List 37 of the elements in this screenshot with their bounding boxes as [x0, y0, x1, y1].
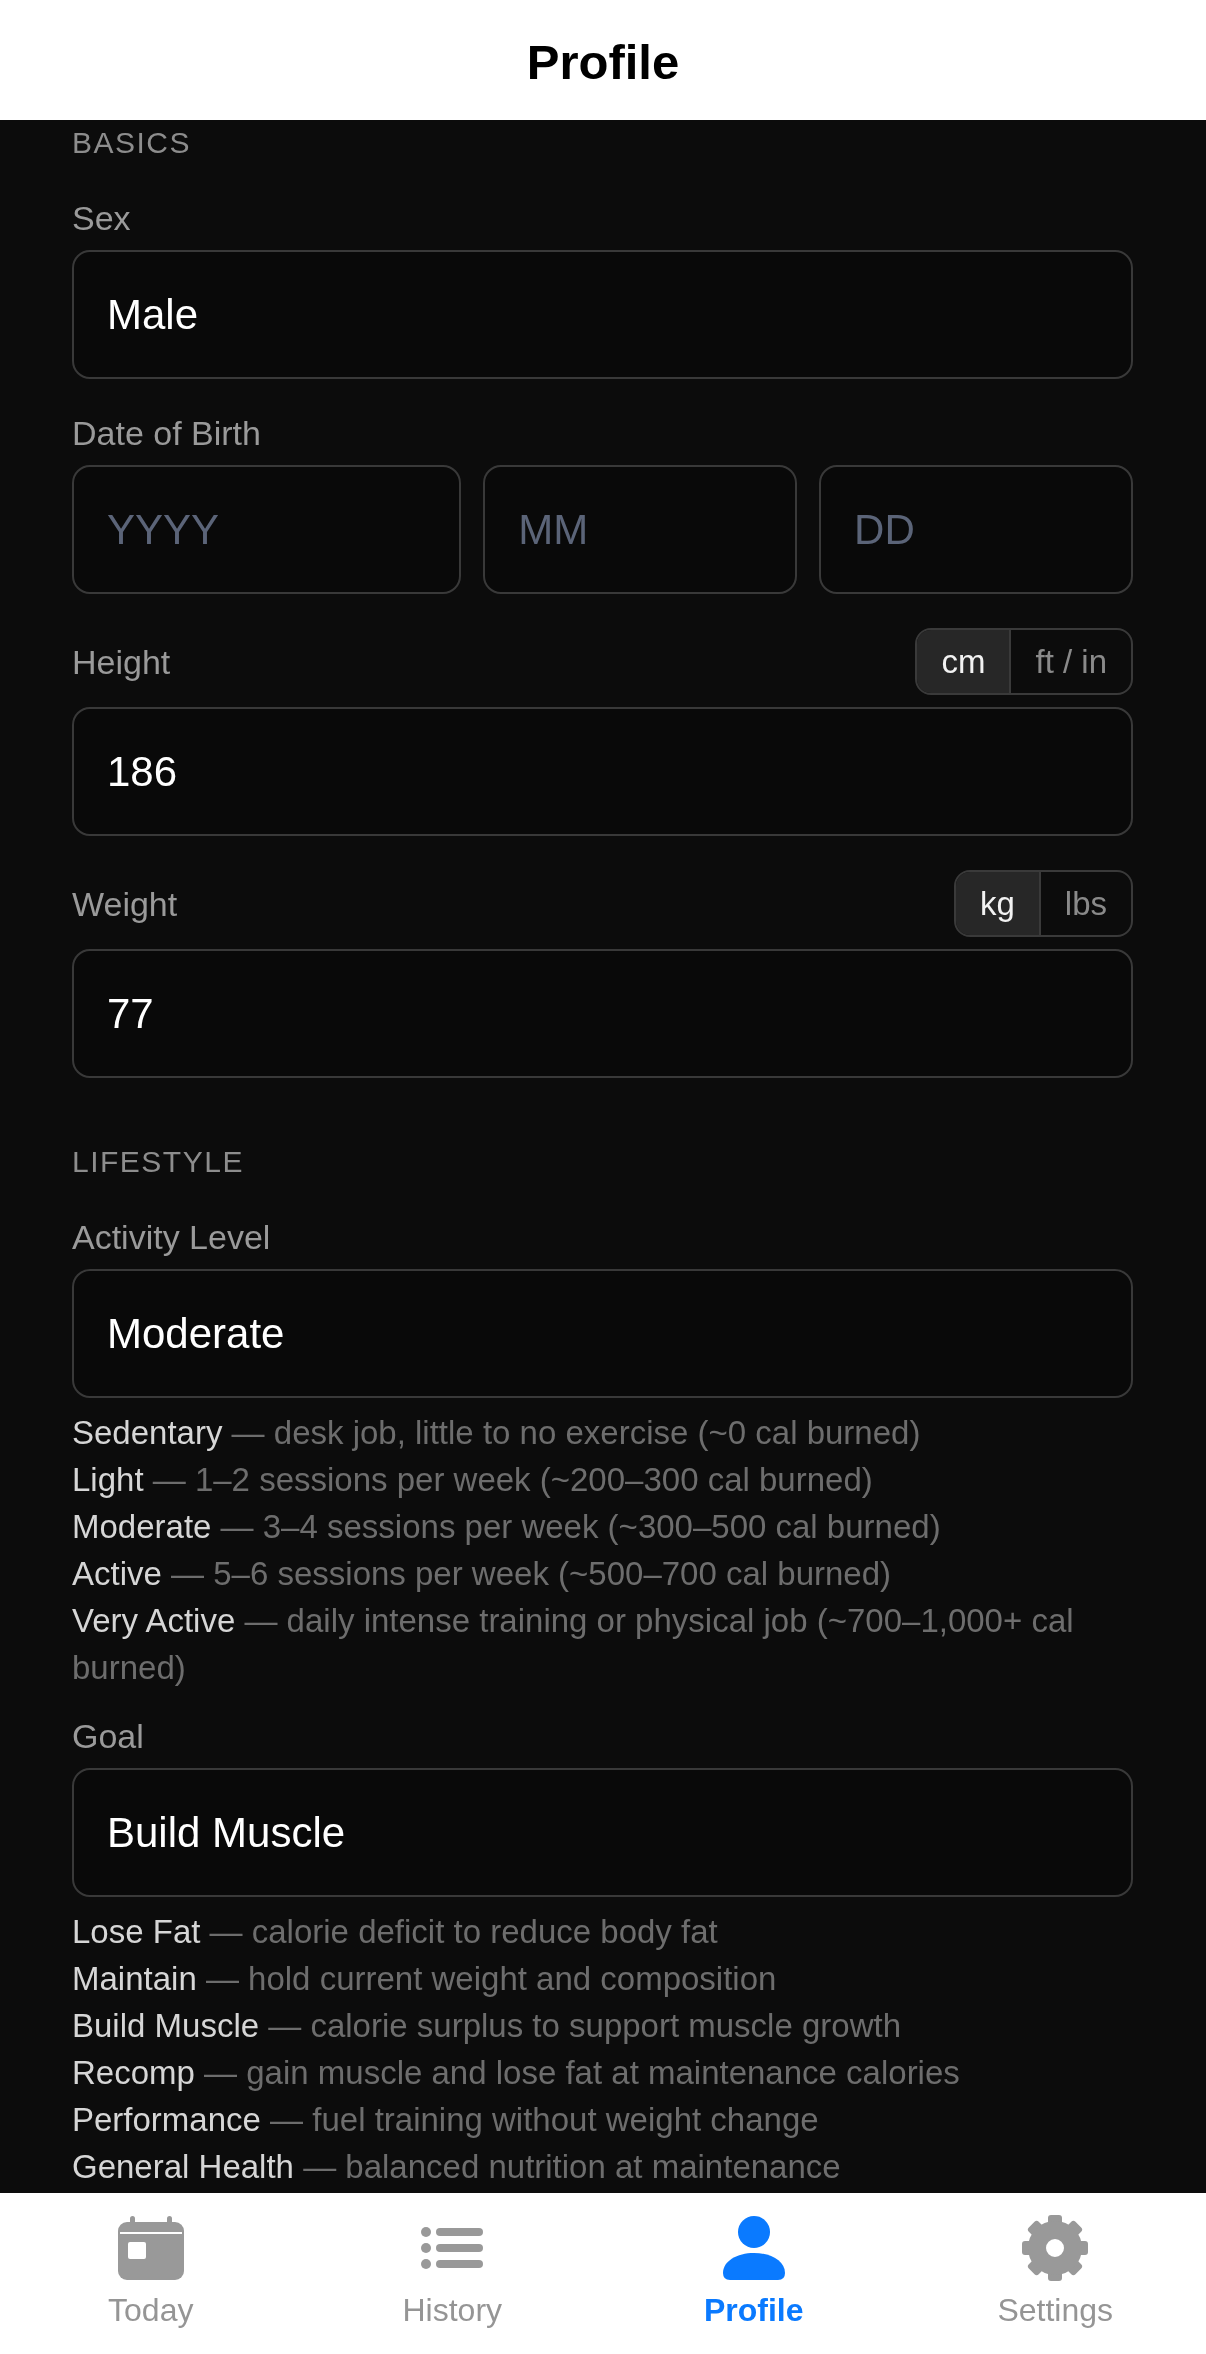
option-description: Sedentary — desk job, little to no exercise (~0 cal burned): [72, 1413, 922, 1453]
select-field[interactable]: Build Muscle: [72, 1768, 1133, 1897]
option-description: Build Muscle — calorie surplus to support muscle growth: [72, 2006, 903, 2046]
settings-icon: [1022, 2215, 1089, 2281]
option-description: Recomp — gain muscle and lose fat at maintenance calories: [72, 2053, 961, 2093]
option-description: Maintain — hold current weight and composition: [72, 1959, 778, 1999]
field-label: Activity Level: [72, 1217, 271, 1257]
unit-option[interactable]: cm: [917, 630, 1012, 693]
unit-option[interactable]: kg: [955, 872, 1041, 935]
person-icon: [722, 2216, 785, 2280]
input-field[interactable]: 186: [72, 707, 1133, 836]
tab[interactable]: Profile: [603, 2193, 905, 2354]
option-description: Moderate — 3–4 sessions per week (~300–500 cal burned): [72, 1507, 942, 1547]
field-label: Date of Birth: [72, 413, 261, 453]
field-label: Goal: [72, 1716, 144, 1756]
option-description: General Health — balanced nutrition at maintenance: [72, 2147, 842, 2187]
option-description: Performance — fuel training without weight change: [72, 2100, 820, 2140]
date-input-field[interactable]: YYYY: [72, 465, 462, 594]
option-description: Active — 5–6 sessions per week (~500–700 cal burned): [72, 1554, 893, 1594]
unit-option[interactable]: ft / in: [1011, 630, 1131, 693]
section-heading: BASICS: [72, 125, 193, 161]
date-input-field[interactable]: MM: [483, 465, 798, 594]
calendar-icon: [117, 2216, 184, 2280]
option-description: Very Active — daily intense training or physical job (~700–1,000+ cal burned): [72, 1601, 1075, 1688]
unit-option[interactable]: lbs: [1040, 872, 1131, 935]
option-description: Lose Fat — calorie deficit to reduce body fat: [72, 1912, 719, 1952]
field-label: Height: [72, 641, 171, 682]
input-field[interactable]: Male: [72, 250, 1133, 379]
date-input-field[interactable]: DD: [819, 465, 1133, 594]
field-label: Sex: [72, 198, 131, 238]
screen-title: Profile: [526, 34, 680, 91]
field-label: Weight: [72, 883, 178, 924]
list-icon: [421, 2226, 484, 2270]
section-heading: LIFESTYLE: [72, 1144, 245, 1180]
select-field[interactable]: Moderate: [72, 1269, 1133, 1398]
input-field[interactable]: 77: [72, 949, 1133, 1078]
option-description: Light — 1–2 sessions per week (~200–300 cal burned): [72, 1460, 874, 1500]
